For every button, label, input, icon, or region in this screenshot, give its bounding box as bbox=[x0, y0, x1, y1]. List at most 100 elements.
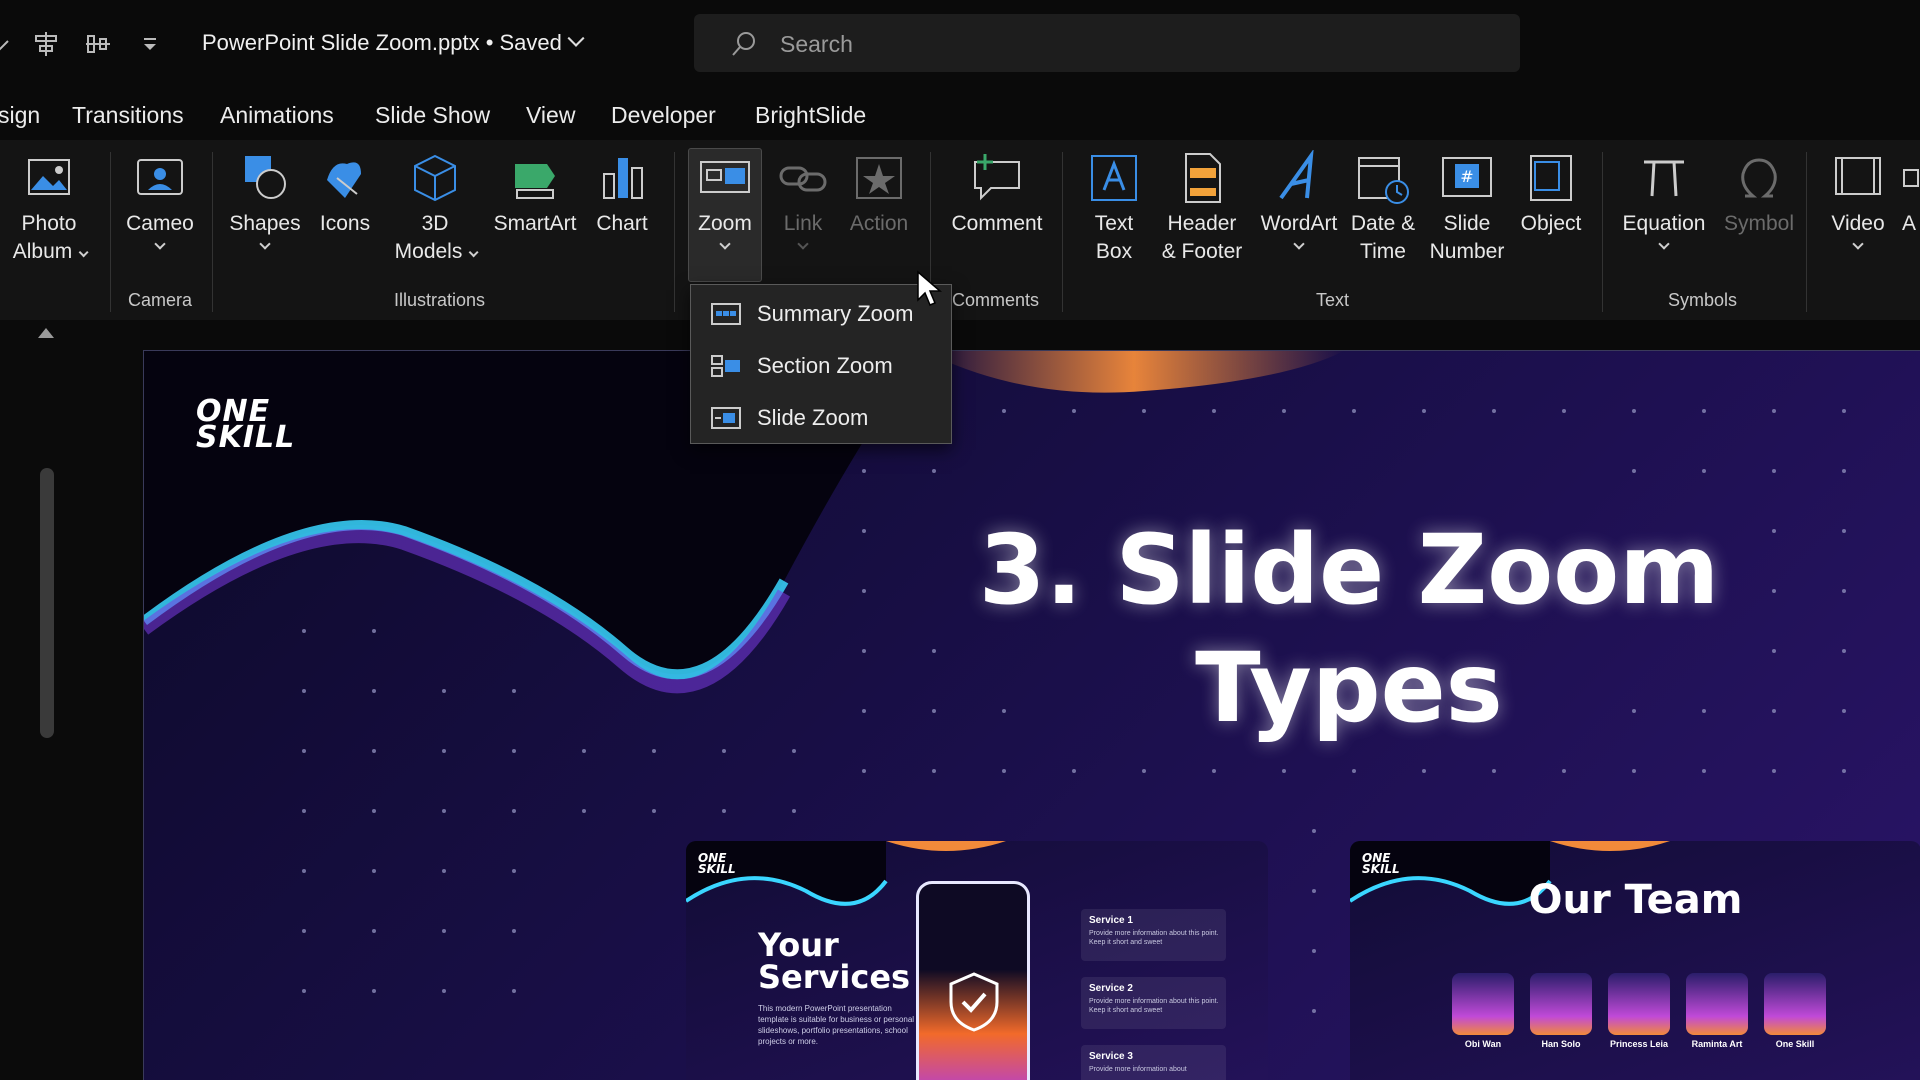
action-button[interactable]: Action bbox=[842, 150, 916, 238]
icons-button[interactable]: Icons bbox=[310, 150, 380, 238]
team-member: Han Solo bbox=[1528, 973, 1594, 1049]
header-footer-icon bbox=[1185, 153, 1221, 203]
slide-number-icon: # bbox=[1442, 157, 1492, 197]
smartart-button[interactable]: SmartArt bbox=[490, 150, 580, 238]
zoom-button[interactable]: Zoom bbox=[688, 150, 762, 250]
chevron-down-icon bbox=[1852, 238, 1864, 250]
phone-mockup bbox=[916, 881, 1030, 1080]
wordart-icon bbox=[1279, 150, 1314, 200]
slide-number-button[interactable]: # Slide Number bbox=[1424, 150, 1510, 266]
slide-zoom-icon bbox=[711, 407, 741, 429]
menu-item-summary-zoom[interactable]: Summary Zoom bbox=[691, 289, 951, 339]
text-box-icon bbox=[1091, 155, 1137, 201]
summary-zoom-icon bbox=[711, 303, 741, 325]
group-divider bbox=[1062, 152, 1063, 312]
scroll-up-arrow-icon[interactable] bbox=[38, 328, 54, 338]
shapes-button[interactable]: Shapes bbox=[225, 150, 305, 250]
shield-check-icon bbox=[949, 972, 999, 1032]
group-label-symbols: Symbols bbox=[1668, 290, 1738, 310]
tab-developer[interactable]: Developer bbox=[611, 102, 716, 129]
mouse-cursor-icon bbox=[917, 270, 942, 306]
customize-toolbar-icon[interactable] bbox=[136, 30, 164, 58]
shapes-icon bbox=[245, 156, 286, 199]
group-divider bbox=[212, 152, 213, 312]
symbol-button[interactable]: Symbol bbox=[1716, 150, 1802, 238]
tab-view[interactable]: View bbox=[526, 102, 575, 129]
3d-models-button[interactable]: 3D Models bbox=[385, 150, 485, 266]
video-icon bbox=[1835, 157, 1881, 195]
align-center-icon[interactable] bbox=[32, 30, 60, 58]
svg-text:#: # bbox=[1460, 167, 1473, 186]
audio-button-partial[interactable]: A bbox=[1898, 150, 1920, 238]
title-bar: PowerPoint Slide Zoom.pptx • Saved Searc… bbox=[0, 0, 1920, 88]
omega-icon bbox=[1741, 158, 1777, 198]
photo-album-button[interactable]: Photo Album bbox=[4, 150, 94, 266]
distribute-icon[interactable] bbox=[84, 30, 112, 58]
group-label-comments: Comments bbox=[952, 290, 1040, 310]
search-box[interactable]: Search bbox=[694, 14, 1520, 72]
link-button[interactable]: Link bbox=[768, 150, 838, 250]
tab-brightslide[interactable]: BrightSlide bbox=[755, 102, 866, 129]
team-title: Our Team bbox=[1528, 877, 1743, 923]
wordart-button[interactable]: WordArt bbox=[1252, 150, 1346, 250]
comment-button[interactable]: Comment bbox=[944, 150, 1050, 238]
avatar bbox=[1764, 973, 1826, 1035]
team-member: Raminta Art bbox=[1684, 973, 1750, 1049]
zoom-icon bbox=[700, 161, 750, 193]
menu-item-slide-zoom[interactable]: Slide Zoom bbox=[691, 393, 951, 443]
group-label-text: Text bbox=[1316, 290, 1350, 310]
chevron-down-icon bbox=[1293, 238, 1305, 250]
group-divider bbox=[674, 152, 675, 312]
slide-zoom-services-thumbnail[interactable]: ONE SKILL Your Services This modern PowerP… bbox=[686, 841, 1268, 1080]
chevron-down-icon bbox=[797, 238, 809, 250]
thumbnail-pane bbox=[0, 320, 140, 1080]
services-description: This modern PowerPoint presentation temp… bbox=[758, 1004, 915, 1046]
video-button[interactable]: Video bbox=[1820, 150, 1896, 250]
chevron-down-icon bbox=[259, 238, 271, 250]
avatar bbox=[1452, 973, 1514, 1035]
slide-zoom-team-thumbnail[interactable]: ONE SKILL Our Team Obi Wan Han Solo Princ… bbox=[1350, 841, 1920, 1080]
photo-album-icon bbox=[28, 159, 70, 195]
menu-item-section-zoom[interactable]: Section Zoom bbox=[691, 341, 951, 391]
avatar bbox=[1608, 973, 1670, 1035]
link-icon bbox=[779, 166, 827, 192]
thumbnail-logo: ONE SKILL bbox=[1362, 851, 1400, 876]
chevron-down-icon bbox=[567, 29, 585, 47]
section-zoom-icon bbox=[711, 355, 740, 377]
text-box-button[interactable]: Text Box bbox=[1078, 150, 1150, 266]
audio-icon bbox=[1903, 169, 1919, 187]
header-footer-button[interactable]: Header & Footer bbox=[1154, 150, 1250, 266]
service-card: Service 3 Provide more information about bbox=[1081, 1045, 1226, 1080]
chart-icon bbox=[603, 158, 643, 199]
tab-design[interactable]: sign bbox=[0, 102, 40, 129]
tab-slide-show[interactable]: Slide Show bbox=[375, 102, 490, 129]
team-member: Princess Leia bbox=[1606, 973, 1672, 1049]
slide-logo: ONE SKILL bbox=[196, 394, 296, 455]
ribbon: Photo Album Cameo Camera Shapes Icons 3D… bbox=[0, 140, 1920, 320]
service-card: Service 2 Provide more information about … bbox=[1081, 977, 1226, 1029]
document-title[interactable]: PowerPoint Slide Zoom.pptx • Saved bbox=[202, 29, 585, 56]
scrollbar-thumb[interactable] bbox=[40, 468, 54, 738]
tab-transitions[interactable]: Transitions bbox=[72, 102, 184, 129]
service-card: Service 1 Provide more information about … bbox=[1081, 909, 1226, 961]
star-action-icon bbox=[856, 157, 902, 199]
chart-button[interactable]: Chart bbox=[585, 150, 659, 238]
team-member: One Skill bbox=[1762, 973, 1828, 1049]
cameo-button[interactable]: Cameo bbox=[120, 150, 200, 250]
group-divider bbox=[110, 152, 111, 312]
cube-icon bbox=[414, 154, 456, 202]
equation-button[interactable]: Equation bbox=[1614, 150, 1714, 250]
chevron-down-icon bbox=[78, 247, 89, 258]
chevron-down-icon bbox=[1658, 238, 1670, 250]
slide-canvas[interactable]: ONE SKILL 3. Slide Zoom Types ONE SKILL Y… bbox=[143, 350, 1920, 1080]
slide-title[interactable]: 3. Slide Zoom Types bbox=[924, 511, 1774, 747]
calendar-clock-icon bbox=[1358, 157, 1409, 204]
chevron-down-icon[interactable] bbox=[0, 30, 14, 58]
group-divider bbox=[1602, 152, 1603, 312]
smartart-icon bbox=[515, 164, 555, 199]
search-placeholder: Search bbox=[780, 31, 853, 57]
object-button[interactable]: Object bbox=[1512, 150, 1590, 238]
tab-animations[interactable]: Animations bbox=[220, 102, 334, 129]
chevron-down-icon bbox=[154, 238, 166, 250]
date-time-button[interactable]: Date & Time bbox=[1344, 150, 1422, 266]
